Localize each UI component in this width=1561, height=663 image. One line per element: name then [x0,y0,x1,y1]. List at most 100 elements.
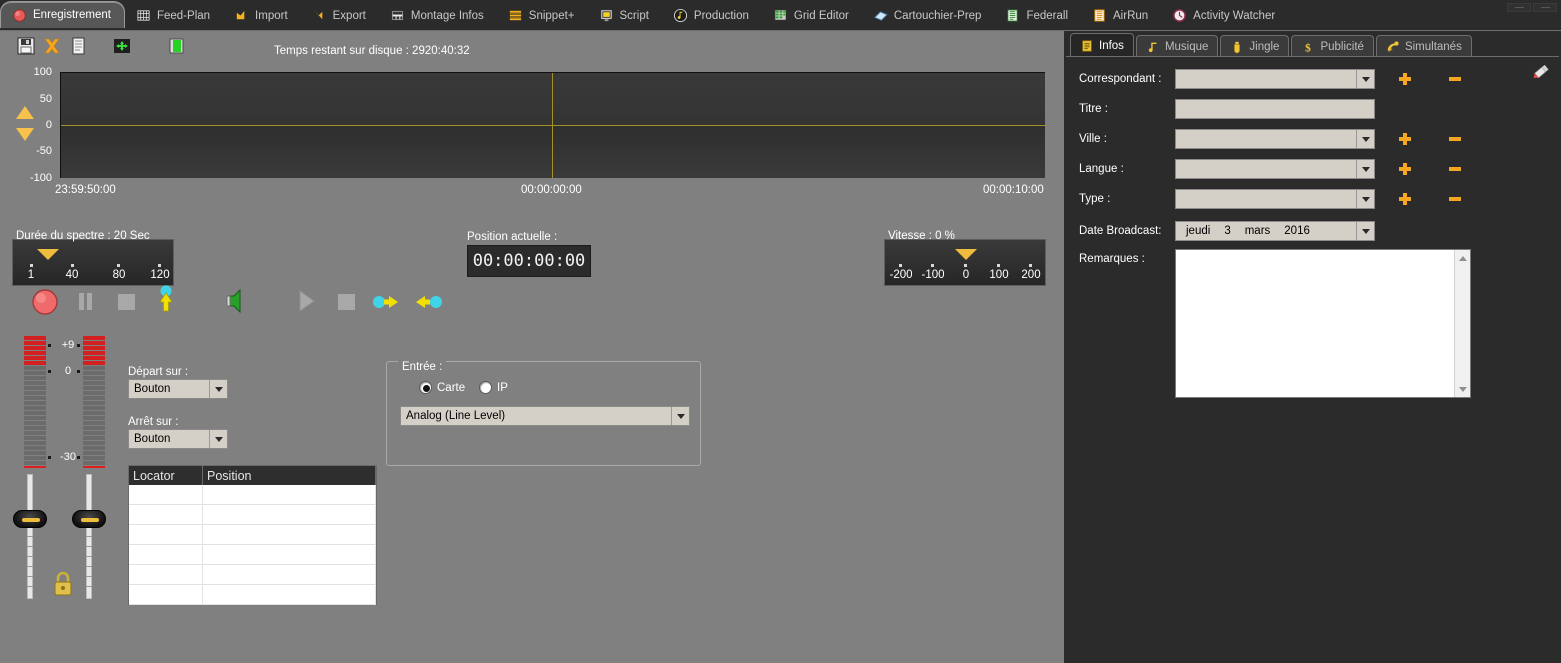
chevron-down-icon[interactable] [209,380,227,398]
type-combo[interactable] [1175,189,1375,209]
radio-ip[interactable] [479,381,492,394]
table-row[interactable] [129,545,376,565]
table-row[interactable] [129,585,376,605]
chevron-down-icon[interactable] [1356,160,1374,178]
chevron-down-icon[interactable] [671,407,689,425]
vu-meter-left [24,336,46,463]
spectrum-duration-thumb[interactable] [37,249,59,260]
play-button[interactable] [290,281,324,315]
remove-correspondant-button[interactable] [1447,71,1463,87]
insert-marker-button[interactable] [150,281,184,315]
correspondant-combo[interactable] [1175,69,1375,89]
app-tab-cartouchier-prep[interactable]: Cartouchier-Prep [862,3,995,28]
remove-langue-button[interactable] [1447,161,1463,177]
app-tab-federall[interactable]: Federall [994,3,1081,28]
remove-ville-button[interactable] [1447,131,1463,147]
cue-out-button[interactable] [410,281,444,315]
locator-table[interactable]: Locator Position [128,465,377,605]
langue-combo[interactable] [1175,159,1375,179]
record-button[interactable] [30,281,64,315]
vu-label-plus9: +9 [48,339,88,351]
monitor-button[interactable] [220,281,254,315]
app-tab-montage-infos[interactable]: Montage Infos [379,3,497,28]
tab-jingle[interactable]: Jingle [1220,35,1289,57]
table-row[interactable] [129,485,376,505]
app-tab-snippet[interactable]: Snippet+ [497,3,588,28]
app-tab-grid-editor[interactable]: Grid Editor [762,3,862,28]
tab-publicit-[interactable]: $Publicité [1291,35,1373,57]
app-tab-import[interactable]: Import [223,3,301,28]
window-controls[interactable] [1471,1,1557,13]
maximize-button[interactable] [1533,3,1557,12]
remove-type-button[interactable] [1447,191,1463,207]
arret-sur-combo[interactable]: Bouton [128,429,228,449]
vu-segment [83,356,105,360]
table-row[interactable] [129,505,376,525]
vu-segment [24,391,46,395]
app-tab-activity-watcher[interactable]: Activity Watcher [1161,3,1288,28]
delete-x-icon[interactable] [42,37,62,55]
app-tab-label: Snippet+ [529,10,575,22]
vu-segment [24,441,46,445]
date-broadcast-picker[interactable]: jeudi 3 mars 2016 [1175,221,1375,241]
chevron-down-icon[interactable] [1356,130,1374,148]
date-year: 2016 [1284,225,1310,237]
fader-right-knob[interactable] [72,510,106,528]
tab-label: Infos [1099,40,1124,52]
app-tab-enregistrement[interactable]: Enregistrement [0,1,125,28]
tab-infos[interactable]: Infos [1070,33,1134,57]
save-icon[interactable] [16,37,36,55]
app-tab-label: Activity Watcher [1193,10,1275,22]
spectrum-duration-label: Durée du spectre : 20 Sec [16,230,150,242]
cue-in-button[interactable] [370,281,404,315]
app-tab-export[interactable]: Export [301,3,379,28]
depart-sur-combo[interactable]: Bouton [128,379,228,399]
stop-record-button[interactable] [110,281,144,315]
jingle-bell-icon [1230,40,1244,54]
waveform-canvas[interactable] [60,72,1045,178]
speed-thumb[interactable] [955,249,977,260]
app-tab-production[interactable]: Production [662,3,762,28]
table-row[interactable] [129,565,376,585]
app-tab-feed-plan[interactable]: Feed-Plan [125,3,223,28]
pencil-icon[interactable] [1532,62,1552,83]
tab-label: Musique [1165,41,1208,53]
chevron-down-icon[interactable] [1356,222,1374,240]
add-ville-button[interactable] [1397,131,1413,147]
scroll-up-icon[interactable] [1455,250,1471,266]
add-correspondant-button[interactable] [1397,71,1413,87]
table-row[interactable] [129,525,376,545]
app-tab-label: Federall [1026,10,1068,22]
pause-button[interactable] [70,281,104,315]
minimize-button[interactable] [1507,3,1531,12]
scroll-down-icon[interactable] [1455,381,1471,397]
radio-carte[interactable] [419,381,432,394]
tab-simultan-s[interactable]: Simultanés [1376,35,1472,57]
stop-button[interactable] [330,281,364,315]
remarques-scrollbar[interactable] [1454,250,1470,397]
recording-pane: Temps restant sur disque : 2920:40:32 10… [0,31,1062,663]
tab-musique[interactable]: Musique [1136,35,1218,57]
app-tab-airrun[interactable]: AirRun [1081,3,1161,28]
lock-closed-icon[interactable] [52,570,74,599]
vu-segment [83,446,105,450]
speed-label: Vitesse : 0 % [888,230,955,242]
chevron-down-icon[interactable] [1356,190,1374,208]
chevron-down-icon[interactable] [209,430,227,448]
ville-combo[interactable] [1175,129,1375,149]
vu-segment [83,391,105,395]
new-document-icon[interactable] [68,37,88,55]
fader-left-knob[interactable] [13,510,47,528]
vu-segment [83,436,105,440]
meter-icon[interactable] [166,37,186,55]
app-tab-script[interactable]: Script [588,3,662,28]
add-langue-button[interactable] [1397,161,1413,177]
remarques-textarea[interactable] [1175,249,1471,398]
titre-field[interactable] [1175,99,1375,119]
entree-source-combo[interactable]: Analog (Line Level) [400,406,690,426]
add-type-button[interactable] [1397,191,1413,207]
fader-left[interactable] [18,474,42,599]
move-expand-icon[interactable] [112,37,132,55]
fader-right[interactable] [77,474,101,599]
chevron-down-icon[interactable] [1356,70,1374,88]
